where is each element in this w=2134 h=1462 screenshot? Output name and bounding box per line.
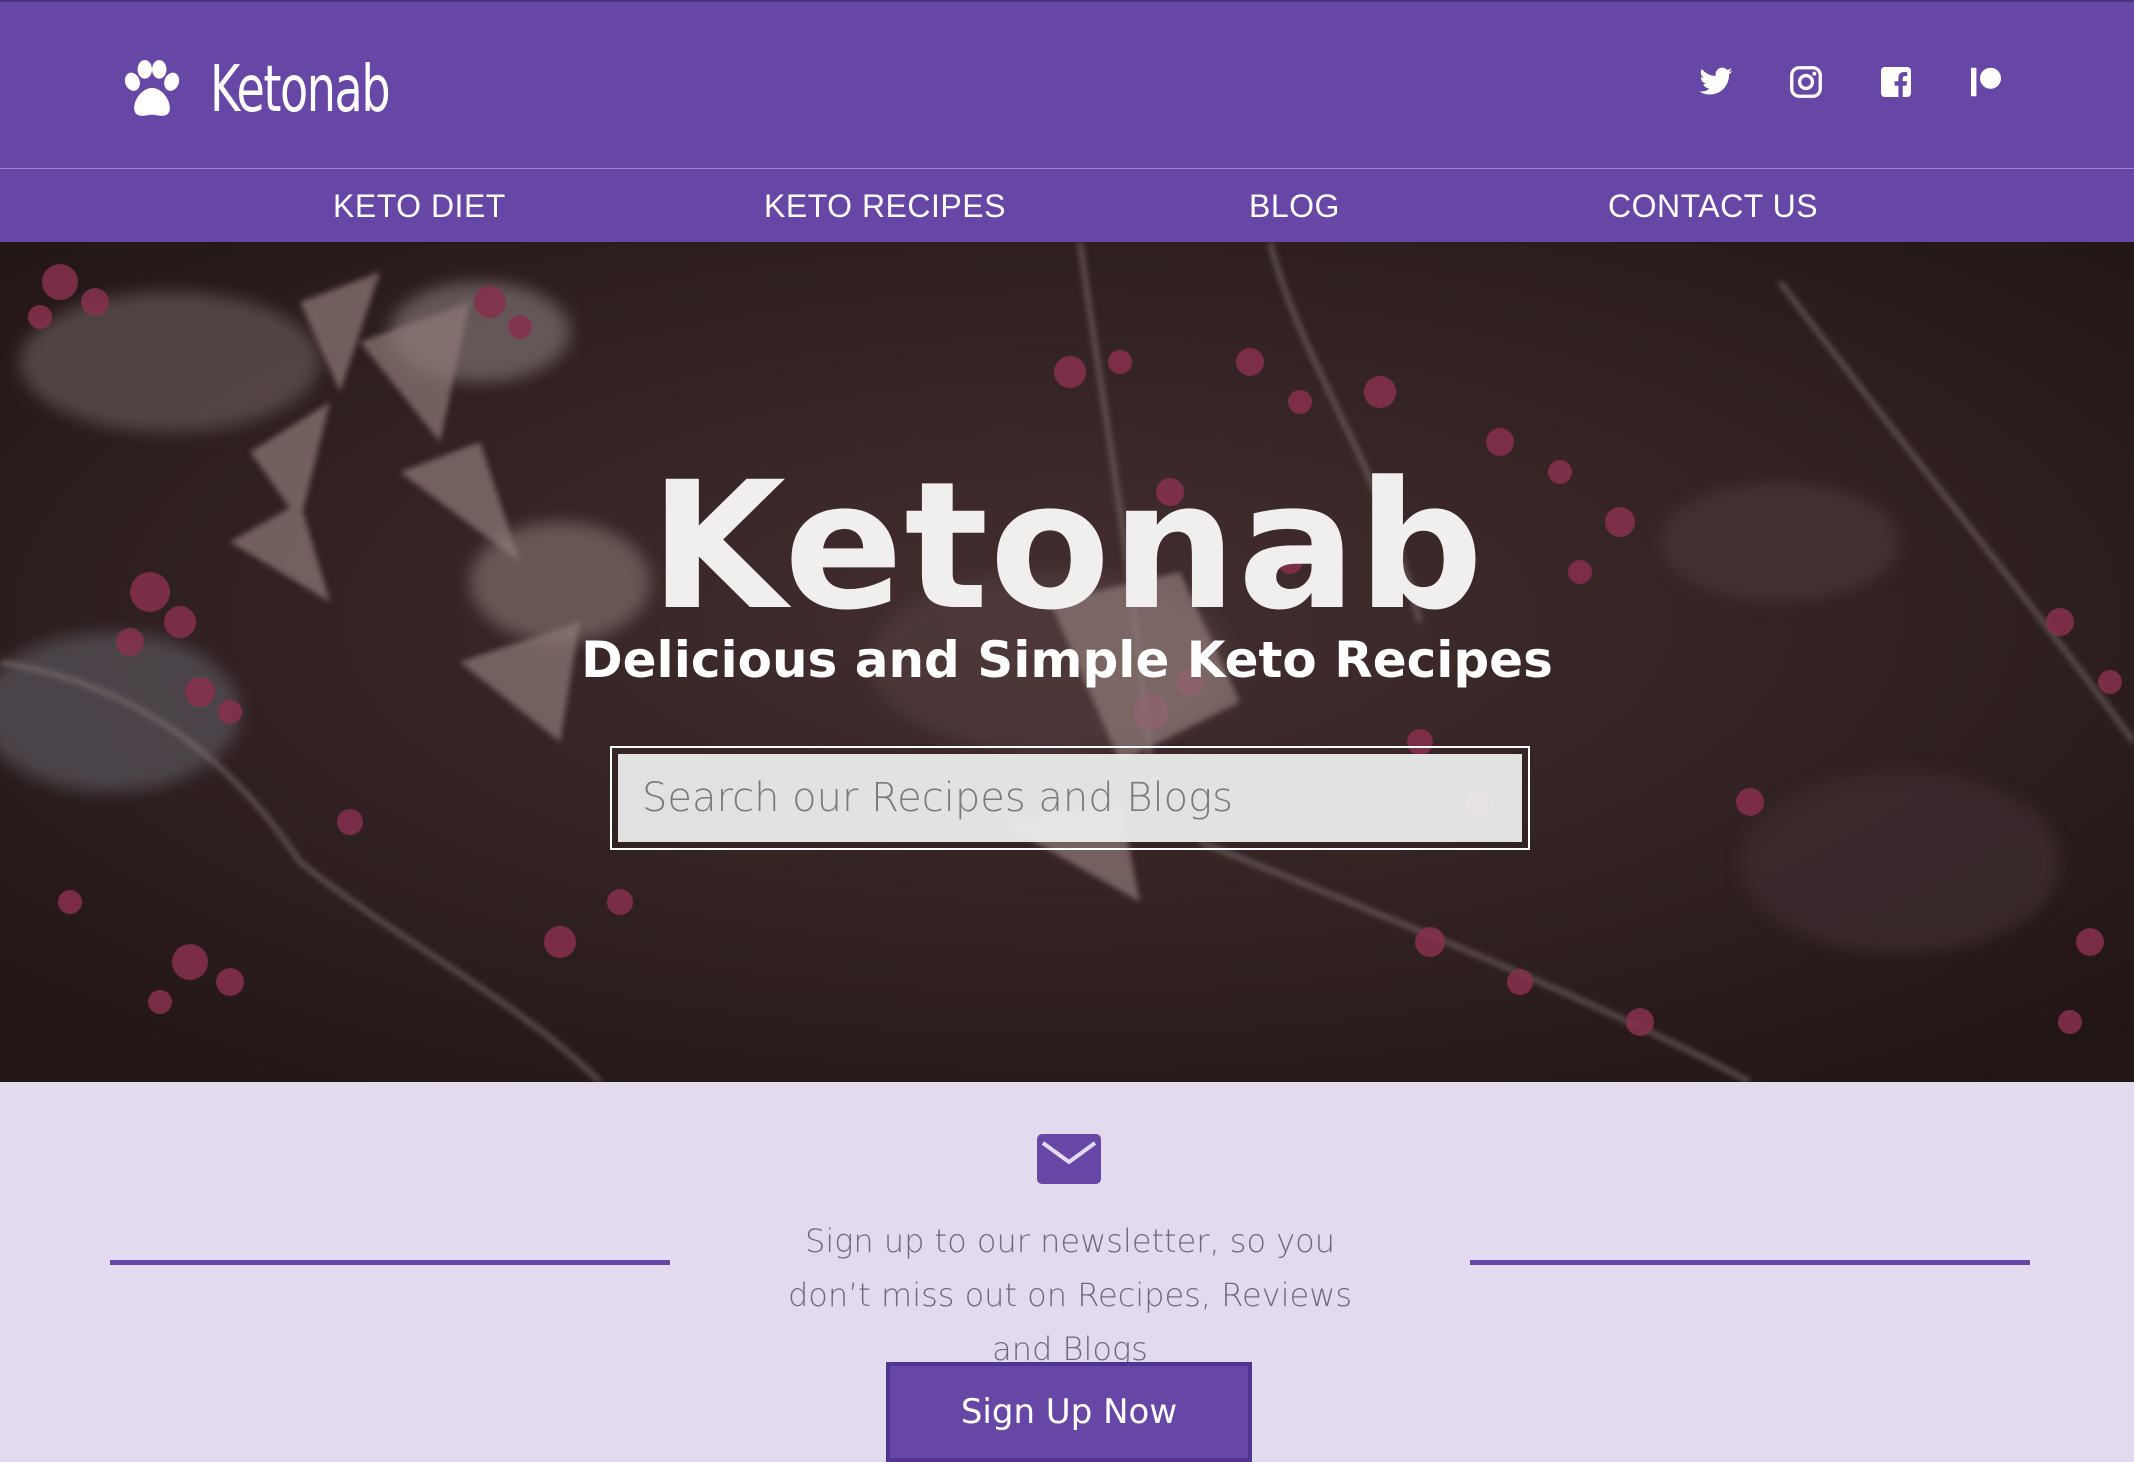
search-box bbox=[610, 746, 1530, 850]
newsletter-text: Sign up to our newsletter, so you don’t … bbox=[787, 1222, 1353, 1368]
site-header: Ketonab bbox=[0, 0, 2134, 168]
divider-left bbox=[110, 1260, 670, 1265]
divider-right bbox=[1470, 1260, 2030, 1265]
paw-icon bbox=[124, 60, 180, 116]
sign-up-button[interactable]: Sign Up Now bbox=[886, 1362, 1252, 1462]
main-nav: KETO DIET KETO RECIPES BLOG CONTACT US bbox=[0, 168, 2134, 242]
hero-subtitle: Delicious and Simple Keto Recipes bbox=[581, 631, 1553, 689]
social-links bbox=[1698, 64, 2004, 100]
hero-section: Ketonab Delicious and Simple Keto Recipe… bbox=[0, 242, 2134, 1082]
nav-item-keto-recipes[interactable]: KETO RECIPES bbox=[764, 169, 1006, 243]
instagram-link[interactable] bbox=[1788, 64, 1824, 100]
envelope-icon bbox=[1037, 1134, 1101, 1184]
newsletter-section: Sign up to our newsletter, so you don’t … bbox=[0, 1082, 2134, 1462]
instagram-icon bbox=[1790, 66, 1822, 98]
nav-item-blog[interactable]: BLOG bbox=[1249, 169, 1340, 243]
facebook-link[interactable] bbox=[1878, 64, 1914, 100]
nav-item-keto-diet[interactable]: KETO DIET bbox=[333, 169, 506, 243]
hero-title: Ketonab bbox=[649, 444, 1485, 649]
facebook-icon bbox=[1881, 67, 1911, 97]
logo-text: Ketonab bbox=[210, 53, 391, 127]
nav-item-contact-us[interactable]: CONTACT US bbox=[1608, 169, 1818, 243]
patreon-link[interactable] bbox=[1968, 64, 2004, 100]
patreon-icon bbox=[1971, 67, 2001, 97]
twitter-icon bbox=[1699, 67, 1733, 95]
twitter-link[interactable] bbox=[1698, 64, 1734, 100]
search-input[interactable] bbox=[618, 754, 1522, 842]
site-logo[interactable]: Ketonab bbox=[118, 50, 459, 130]
